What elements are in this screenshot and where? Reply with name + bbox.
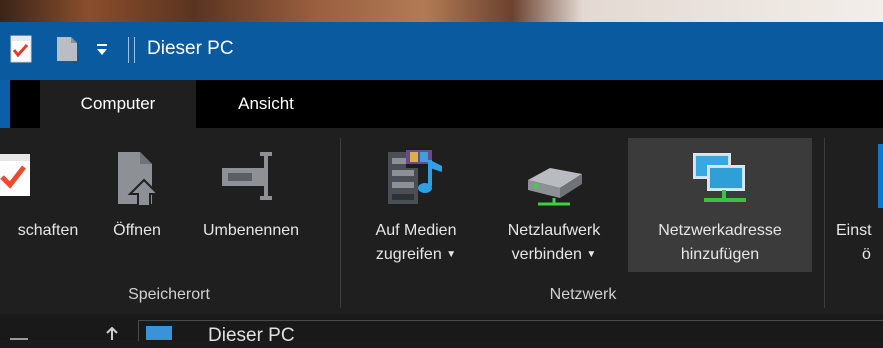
group-separator: [824, 138, 825, 308]
tab-view[interactable]: Ansicht: [196, 80, 336, 128]
rename-icon: [222, 152, 272, 200]
access-media-label-line1: Auf Medien: [375, 222, 457, 239]
properties-label: schaften: [17, 222, 79, 239]
map-network-drive-button[interactable]: Netzlaufwerk verbinden ▼: [482, 140, 626, 274]
title-separator: [128, 37, 129, 63]
group-label-location: Speicherort: [128, 286, 210, 303]
window-title: Dieser PC: [147, 38, 234, 59]
settings-label-line2: ö: [862, 246, 871, 263]
back-arrow-icon[interactable]: [8, 328, 30, 340]
title-separator: [134, 37, 135, 63]
tab-computer[interactable]: Computer: [40, 80, 196, 128]
map-network-drive-label-line1: Netzlaufwerk: [507, 222, 601, 239]
map-network-drive-label-line2: verbinden ▼: [511, 246, 597, 263]
desktop-background: [0, 0, 883, 22]
title-bar[interactable]: [0, 22, 883, 80]
settings-icon: [878, 144, 883, 208]
open-label: Öffnen: [113, 222, 161, 239]
customize-quick-access-icon[interactable]: [95, 42, 109, 58]
rename-button[interactable]: Umbenennen: [178, 140, 324, 274]
open-icon: [118, 152, 161, 206]
settings-label-line1: Einst: [836, 222, 872, 239]
properties-icon: [0, 154, 30, 196]
add-network-location-label-line1: Netzwerkadresse: [658, 222, 782, 239]
add-network-location-label-line2: hinzufügen: [680, 246, 760, 263]
up-arrow-icon[interactable]: [104, 326, 120, 340]
properties-quick-icon[interactable]: [10, 35, 36, 63]
settings-button[interactable]: Einst ö: [834, 140, 883, 274]
media-server-icon: [388, 146, 442, 204]
tab-file[interactable]: [0, 80, 10, 128]
add-network-location-button[interactable]: Netzwerkadresse hinzufügen: [628, 138, 812, 272]
group-separator: [340, 138, 341, 308]
open-button[interactable]: Öffnen: [96, 140, 178, 274]
network-drive-icon: [528, 168, 582, 206]
group-label-network: Netzwerk: [549, 286, 617, 303]
address-bar-text: Dieser PC: [208, 325, 295, 346]
chevron-down-icon: ▼: [446, 249, 457, 260]
new-folder-quick-icon[interactable]: [56, 36, 78, 62]
access-media-label-line2: zugreifen ▼: [375, 246, 457, 263]
properties-button[interactable]: schaften: [0, 140, 96, 274]
network-location-icon: [693, 153, 746, 202]
chevron-down-icon: ▼: [586, 249, 597, 260]
pc-icon: [146, 326, 172, 340]
rename-label: Umbenennen: [202, 222, 300, 239]
access-media-button[interactable]: Auf Medien zugreifen ▼: [352, 140, 480, 274]
